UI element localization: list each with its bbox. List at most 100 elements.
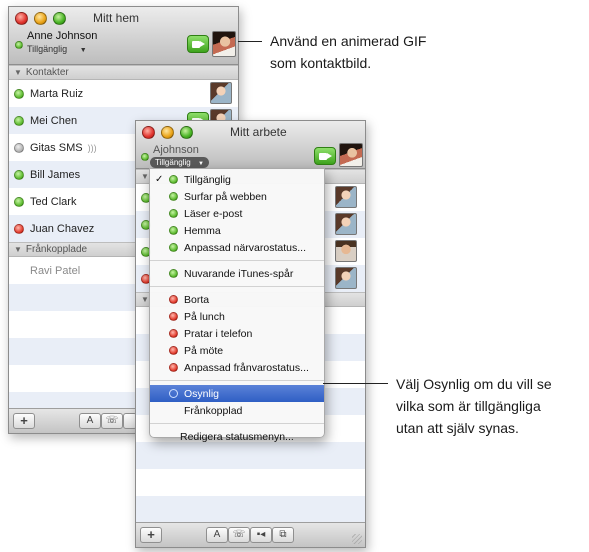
my-status-icon (15, 41, 23, 49)
status-menu: ✓ Tillgänglig Surfar på webben Läser e-p… (149, 168, 325, 443)
menu-item-label: Nuvarande iTunes-spår (184, 267, 294, 280)
available-status-icon (169, 243, 178, 252)
text-chat-button[interactable]: A (206, 527, 228, 543)
my-name: Ajohnson (153, 144, 199, 156)
menu-item-itunes[interactable]: Nuvarande iTunes-spår (150, 265, 324, 282)
menu-item-label: Anpassad närvarostatus... (184, 241, 306, 254)
my-buddy-picture[interactable] (339, 143, 363, 167)
menu-item-label: Osynlig (184, 387, 220, 400)
menu-item-redigera[interactable]: Redigera statusmenyn... (150, 428, 324, 445)
menu-item-anpassad-narvaro[interactable]: Anpassad närvarostatus... (150, 239, 324, 256)
window-title: Mitt arbete (230, 125, 287, 139)
my-name: Anne Johnson (27, 30, 98, 42)
menu-item-label: På möte (184, 344, 224, 357)
menu-item-label: Borta (184, 293, 210, 306)
contact-picture (335, 213, 357, 235)
zoom-button[interactable] (53, 12, 66, 25)
contact-picture (335, 240, 357, 262)
menu-item-pa-mote[interactable]: På möte (150, 342, 324, 359)
minimize-button[interactable] (34, 12, 47, 25)
away-status-icon (14, 223, 24, 234)
disclosure-triangle-icon: ▼ (141, 172, 149, 181)
disclosure-triangle-icon: ▼ (14, 245, 22, 254)
menu-item-hemma[interactable]: Hemma (150, 222, 324, 239)
menu-item-label: Tillgänglig (184, 173, 231, 186)
contact-picture (335, 267, 357, 289)
available-status-icon (14, 169, 24, 180)
away-status-icon (169, 346, 178, 355)
my-status-label: Tillgänglig (27, 44, 68, 54)
checkmark-icon: ✓ (155, 174, 164, 185)
callout-text-line: utan att själv synas. (396, 420, 519, 436)
menu-separator (150, 376, 324, 385)
menu-item-pratar-i-telefon[interactable]: Pratar i telefon (150, 325, 324, 342)
menu-item-label: På lunch (184, 310, 225, 323)
callout-line-gif (238, 41, 262, 42)
window-title: Mitt hem (93, 11, 140, 25)
chevron-down-icon: ▼ (79, 47, 87, 54)
zoom-button[interactable] (180, 126, 193, 139)
menu-item-laser-epost[interactable]: Läser e-post (150, 205, 324, 222)
minimize-button[interactable] (161, 126, 174, 139)
menu-item-borta[interactable]: Borta (150, 291, 324, 308)
add-contact-button[interactable]: + (13, 413, 35, 429)
away-status-icon (169, 312, 178, 321)
menu-item-osynlig[interactable]: Osynlig (150, 385, 324, 402)
menu-item-label: Redigera statusmenyn... (180, 430, 294, 443)
menu-item-label: Pratar i telefon (184, 327, 253, 340)
close-button[interactable] (142, 126, 155, 139)
menu-separator (150, 256, 324, 265)
contact-name: Gitas SMS (30, 141, 83, 154)
group-header-kontakter[interactable]: ▼ Kontakter (9, 65, 238, 80)
sms-icon: ))) (87, 142, 97, 153)
bottom-toolbar: + A ☏ ▪◂ ⧉ (136, 522, 365, 547)
add-contact-button[interactable]: + (140, 527, 162, 543)
callout-gif: Använd en animerad GIF som kontaktbild. (270, 30, 426, 74)
my-buddy-picture[interactable] (212, 31, 236, 57)
video-chat-button[interactable]: ▪◂ (250, 527, 272, 543)
menu-item-pa-lunch[interactable]: På lunch (150, 308, 324, 325)
callout-text-line: Använd en animerad GIF (270, 33, 427, 49)
idle-status-icon (14, 142, 24, 153)
callout-text-line: vilka som är tillgängliga (396, 398, 541, 414)
video-chat-icon[interactable] (314, 147, 336, 165)
callout-line-osynlig (323, 383, 388, 384)
available-status-icon (14, 196, 24, 207)
list-item-marta-ruiz[interactable]: Marta Ruiz (9, 80, 238, 107)
available-status-icon (169, 192, 178, 201)
group-label: Kontakter (25, 67, 69, 78)
available-status-icon (169, 226, 178, 235)
menu-item-anpassad-franvaro[interactable]: Anpassad frånvarostatus... (150, 359, 324, 376)
titlebar-mitt-arbete: Mitt arbete Ajohnson Tillgänglig ▼ (136, 121, 365, 169)
contact-name: Ravi Patel (30, 264, 81, 277)
my-status-popup[interactable]: Tillgänglig ▼ (27, 44, 87, 54)
menu-item-tillganglig[interactable]: ✓ Tillgänglig (150, 171, 324, 188)
menu-item-label: Läser e-post (184, 207, 243, 220)
callout-osynlig: Välj Osynlig om du vill se vilka som är … (396, 373, 552, 439)
text-chat-button[interactable]: A (79, 413, 101, 429)
menu-item-frankopplad[interactable]: Frånkopplad (150, 402, 324, 419)
audio-chat-button[interactable]: ☏ (101, 413, 123, 429)
menu-item-surfar[interactable]: Surfar på webben (150, 188, 324, 205)
invisible-status-icon (169, 389, 178, 398)
disclosure-triangle-icon: ▼ (141, 295, 149, 304)
callout-text-line: Välj Osynlig om du vill se (396, 376, 552, 392)
menu-item-label: Hemma (184, 224, 221, 237)
menu-separator (150, 282, 324, 291)
contact-picture (210, 82, 232, 104)
available-status-icon (14, 115, 24, 126)
audio-chat-button[interactable]: ☏ (228, 527, 250, 543)
available-status-icon (169, 175, 178, 184)
away-status-icon (169, 295, 178, 304)
menu-separator (150, 419, 324, 428)
contact-name: Ted Clark (30, 195, 77, 208)
close-button[interactable] (15, 12, 28, 25)
video-chat-icon[interactable] (187, 35, 209, 53)
list-empty-row (136, 442, 365, 469)
menu-item-label: Surfar på webben (184, 190, 267, 203)
my-status-popup[interactable]: Tillgänglig ▼ (150, 157, 209, 168)
screen-sharing-button[interactable]: ⧉ (272, 527, 294, 543)
callout-text-line: som kontaktbild. (270, 55, 372, 71)
menu-item-label: Anpassad frånvarostatus... (184, 361, 309, 374)
resize-grip-icon[interactable] (352, 534, 362, 544)
